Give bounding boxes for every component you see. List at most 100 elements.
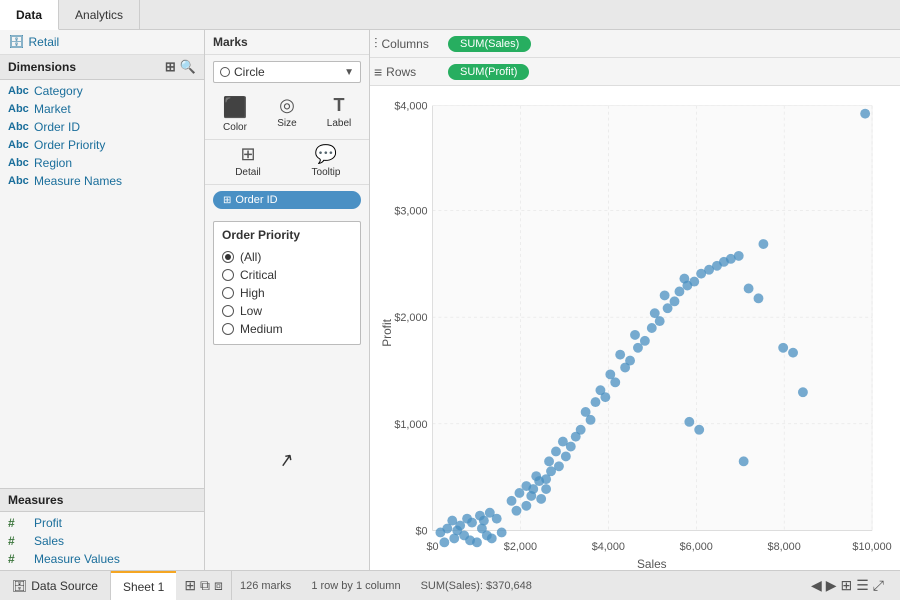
new-dashboard-icon[interactable]: ⧈ [214, 577, 223, 594]
dim-region[interactable]: Abc Region [0, 154, 204, 172]
sheet-add-icons: ⊞ ⧉ ⧈ [176, 577, 231, 594]
filter-all[interactable]: (All) [222, 248, 352, 266]
columns-pill[interactable]: SUM(Sales) [448, 36, 531, 52]
sheet1-tab[interactable]: Sheet 1 [111, 571, 176, 600]
columns-label: Columns [382, 37, 429, 51]
filter-critical[interactable]: Critical [222, 266, 352, 284]
middle-panel: Marks Circle ▼ ⬛ Color ◎ Size T Label [205, 30, 370, 570]
filter-medium[interactable]: Medium [222, 320, 352, 338]
radio-high [222, 287, 234, 299]
hash-icon: # [8, 516, 30, 530]
color-button[interactable]: ⬛ Color [215, 95, 255, 133]
hash-icon: # [8, 552, 30, 566]
color-label: Color [223, 122, 247, 133]
measure-values[interactable]: # Measure Values [0, 550, 204, 568]
dim-label: Order ID [34, 120, 80, 134]
measure-sales[interactable]: # Sales [0, 532, 204, 550]
svg-text:$10,000: $10,000 [852, 541, 891, 553]
dim-category[interactable]: Abc Category [0, 82, 204, 100]
label-button[interactable]: T Label [319, 95, 359, 133]
nav-next-icon[interactable]: ▶ [826, 577, 837, 594]
rows-pill[interactable]: SUM(Profit) [448, 64, 529, 80]
grid-view-icon[interactable]: ⊞ [841, 577, 853, 594]
detail-button[interactable]: ⊞ Detail [228, 144, 268, 178]
grid-icon[interactable]: ⊞ [165, 59, 176, 75]
measure-profit[interactable]: # Profit [0, 514, 204, 532]
tab-analytics-label: Analytics [75, 8, 123, 22]
main-area: 🗄 Retail Dimensions ⊞ 🔍 Abc Category Abc… [0, 30, 900, 570]
cursor-icon: ↖ [278, 449, 297, 472]
dim-market[interactable]: Abc Market [0, 100, 204, 118]
tab-analytics[interactable]: Analytics [59, 0, 140, 29]
abc-icon: Abc [8, 139, 30, 151]
marks-count: 126 marks [240, 580, 291, 592]
source-label: Retail [29, 35, 60, 49]
status-bar: 126 marks 1 row by 1 column SUM(Sales): … [232, 577, 900, 594]
label-icon: T [334, 95, 345, 116]
duplicate-sheet-icon[interactable]: ⧉ [200, 577, 210, 594]
filter-all-label: (All) [240, 250, 261, 264]
marks-type-label: Circle [234, 65, 340, 79]
rows-label-container: ≡ Rows [374, 64, 444, 80]
label-label: Label [327, 118, 351, 129]
x-axis-label: Sales [637, 557, 667, 570]
measure-label: Sales [34, 534, 64, 548]
data-source-tab-label: Data Source [31, 579, 98, 593]
sum-info: SUM(Sales): $370,648 [421, 580, 532, 592]
cylinder-icon: 🗄 [12, 579, 27, 593]
size-button[interactable]: ◎ Size [267, 95, 307, 133]
svg-text:$6,000: $6,000 [680, 541, 713, 553]
order-id-label: Order ID [235, 194, 277, 206]
chart-svg: Profit $0 $1,000 $2,000 [370, 86, 900, 570]
measure-label: Measure Values [34, 552, 120, 566]
y-axis-label: Profit [380, 318, 394, 346]
rows-icon: ≡ [374, 64, 382, 80]
filter-low-label: Low [240, 304, 262, 318]
database-icon: 🗄 [8, 34, 25, 50]
marks-buttons-row1: ⬛ Color ◎ Size T Label [205, 89, 369, 140]
dim-order-id[interactable]: Abc Order ID [0, 118, 204, 136]
order-id-icon: ⊞ [223, 195, 231, 206]
tooltip-label: Tooltip [312, 167, 341, 178]
search-icon[interactable]: 🔍 [180, 59, 196, 75]
dim-order-priority[interactable]: Abc Order Priority [0, 136, 204, 154]
radio-critical [222, 269, 234, 281]
dim-label: Region [34, 156, 72, 170]
filter-low[interactable]: Low [222, 302, 352, 320]
tab-data-label: Data [16, 8, 42, 22]
status-nav: ◀ ▶ ⊞ ☰ ⤢ [811, 577, 892, 594]
data-source-tab[interactable]: 🗄 Data Source [0, 571, 111, 600]
data-source-row[interactable]: 🗄 Retail [0, 30, 204, 55]
rows-shelf: ≡ Rows SUM(Profit) [370, 58, 900, 86]
dimensions-icons: ⊞ 🔍 [165, 59, 196, 75]
measures-label-text: Measures [8, 493, 63, 507]
svg-text:$4,000: $4,000 [394, 101, 427, 113]
filter-title: Order Priority [222, 228, 352, 242]
sheet1-tab-label: Sheet 1 [123, 580, 164, 594]
hash-icon: # [8, 534, 30, 548]
bottom-bar: 🗄 Data Source Sheet 1 ⊞ ⧉ ⧈ 126 marks 1 … [0, 570, 900, 600]
new-sheet-icon[interactable]: ⊞ [184, 577, 196, 594]
order-id-pill[interactable]: ⊞ Order ID [213, 191, 361, 209]
marks-buttons-row2: ⊞ Detail 💬 Tooltip [205, 140, 369, 185]
tab-data[interactable]: Data [0, 0, 59, 30]
filter-critical-label: Critical [240, 268, 277, 282]
svg-text:$0: $0 [426, 541, 438, 553]
filter-medium-label: Medium [240, 322, 283, 336]
fit-icon[interactable]: ⤢ [873, 577, 884, 594]
dimensions-header: Dimensions ⊞ 🔍 [0, 55, 204, 80]
dim-measure-names[interactable]: Abc Measure Names [0, 172, 204, 190]
svg-text:$3,000: $3,000 [394, 205, 427, 217]
list-view-icon[interactable]: ☰ [856, 577, 869, 594]
abc-icon: Abc [8, 157, 30, 169]
marks-type-dropdown[interactable]: Circle ▼ [213, 61, 361, 83]
left-panel: 🗄 Retail Dimensions ⊞ 🔍 Abc Category Abc… [0, 30, 205, 570]
top-tabs: Data Analytics [0, 0, 900, 30]
circle-icon [220, 67, 230, 77]
tooltip-button[interactable]: 💬 Tooltip [306, 144, 346, 178]
nav-prev-icon[interactable]: ◀ [811, 577, 822, 594]
svg-text:$2,000: $2,000 [504, 541, 537, 553]
tooltip-icon: 💬 [315, 144, 337, 165]
sheet-tabs: 🗄 Data Source Sheet 1 ⊞ ⧉ ⧈ [0, 571, 232, 600]
filter-high[interactable]: High [222, 284, 352, 302]
